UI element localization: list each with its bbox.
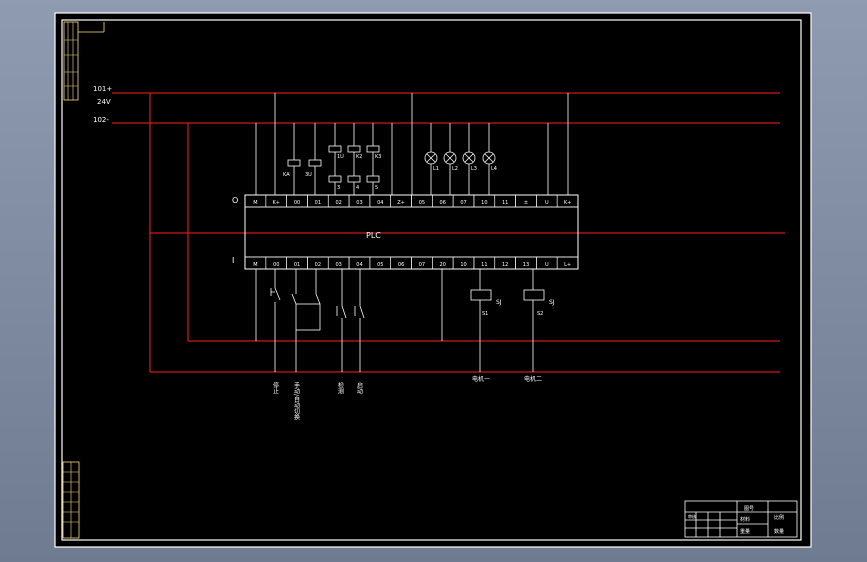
rail-top-label: 101+	[93, 85, 112, 93]
plc-terminal-label: 00	[294, 200, 300, 206]
plc-terminal-label: 05	[377, 262, 383, 268]
input-label-mode-switch: 手动/自动切换	[293, 381, 300, 421]
plc-terminal-label: K+	[564, 200, 571, 206]
lamp-label-3: L3	[471, 166, 477, 172]
plc-terminal-label: 10	[481, 200, 487, 206]
plc-terminal-label: L+	[564, 262, 571, 268]
plc-terminal-label: 02	[315, 262, 321, 268]
input-label-detect: 检测	[337, 381, 344, 395]
plc-terminal-label: U	[545, 262, 549, 268]
plc-terminal-label: 20	[440, 262, 446, 268]
plc-terminal-label: 01	[294, 262, 300, 268]
plc-terminal-label: 00	[273, 262, 279, 268]
plc-terminal-label: U	[545, 200, 549, 206]
plc-terminal-label: 03	[356, 200, 362, 206]
plc-terminal-label: 10	[460, 262, 466, 268]
motor-label-1: 电机一	[472, 375, 490, 383]
plc-terminal-label: 07	[419, 262, 425, 268]
title-block-cell-4: 重量	[740, 528, 750, 535]
relay-label-4: 4	[356, 185, 359, 191]
lamp-label-1: L1	[433, 166, 439, 172]
rail-voltage-label: 24V	[97, 98, 111, 106]
plc-terminal-label: 02	[335, 200, 341, 206]
rail-bottom-label: 102-	[93, 116, 109, 124]
plc-terminal-label: 05	[419, 200, 425, 206]
input-label-stop: 停止	[272, 381, 279, 394]
input-label-start: 启动	[356, 381, 363, 395]
plc-terminal-label: M	[253, 262, 257, 268]
lamp-label-2: L2	[452, 166, 458, 172]
plc-terminal-label: 11	[481, 262, 487, 268]
plc-terminal-label: ±	[524, 200, 528, 206]
timer-label-2: SJ	[549, 299, 555, 306]
plc-output-side-label: O	[232, 196, 238, 205]
title-block-cell-2: 比例	[774, 514, 784, 521]
title-block-cell-3: 材料	[740, 516, 750, 523]
title-block-cell-5: 数量	[774, 528, 784, 535]
relay-label-1u: 1U	[337, 154, 344, 160]
plc-terminal-label: 04	[377, 200, 383, 206]
plc-terminal-label: K+	[272, 200, 279, 206]
relay-label-3: 3	[337, 185, 340, 191]
plc-terminal-label: 13	[523, 262, 529, 268]
plc-terminal-label: 07	[460, 200, 466, 206]
plc-terminal-label: 06	[398, 262, 404, 268]
plc-terminal-label: M	[253, 200, 257, 206]
plc-terminal-label: 04	[356, 262, 362, 268]
title-block-cell-1: 图号	[744, 506, 754, 512]
plc-terminal-label: 06	[440, 200, 446, 206]
relay-label-3u: 3U	[305, 172, 312, 178]
timer-contact-s1: S1	[482, 311, 488, 317]
plc-terminal-label: 12	[502, 262, 508, 268]
title-block-cell-6: 审核	[688, 513, 696, 519]
plc-label: PLC	[366, 231, 381, 240]
plc-terminal-label: 03	[335, 262, 341, 268]
plc-input-side-label: I	[232, 256, 234, 265]
relay-label-k3: K3	[375, 154, 381, 160]
timer-label-1: SJ	[496, 299, 502, 306]
plc-terminal-label: 11	[502, 200, 508, 206]
relay-label-5: 5	[375, 185, 378, 191]
lamp-label-4: L4	[491, 166, 497, 172]
motor-label-2: 电机二	[524, 375, 542, 383]
relay-label-ka: KA	[283, 172, 290, 178]
plc-terminal-label: 01	[315, 200, 321, 206]
timer-contact-s2: S2	[537, 311, 543, 317]
relay-label-k2: K2	[356, 154, 362, 160]
plc-terminal-label: Z+	[397, 200, 405, 206]
schematic-canvas: 101+ 24V 102- PLC O I M K+ 00 01 02 03 04 Z+ 05 0…	[54, 12, 812, 548]
